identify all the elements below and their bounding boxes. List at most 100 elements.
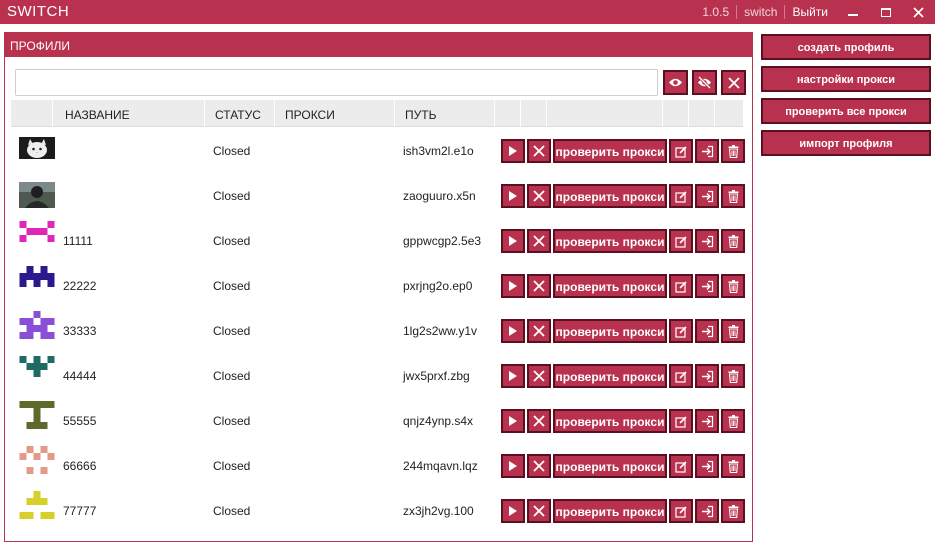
proxy-settings-button[interactable]: настройки прокси	[761, 66, 931, 92]
table-row[interactable]: 66666 Closed 244mqavn.lqz проверить прокси	[11, 444, 745, 489]
close-icon	[533, 280, 545, 292]
edit-profile-button[interactable]	[669, 499, 693, 523]
profile-status: Closed	[213, 414, 251, 428]
delete-profile-button[interactable]	[721, 364, 745, 388]
logout-link[interactable]: Выйти	[792, 5, 828, 19]
hide-button[interactable]	[692, 70, 717, 95]
profile-name: 55555	[63, 414, 97, 428]
table-row[interactable]: 44444 Closed jwx5prxf.zbg проверить прокси	[11, 354, 745, 399]
col-name-header[interactable]: НАЗВАНИЕ	[55, 100, 205, 127]
start-profile-button[interactable]	[501, 184, 525, 208]
edit-icon	[674, 505, 687, 518]
col-status-header[interactable]: СТАТУС	[205, 100, 275, 127]
stop-profile-button[interactable]	[527, 409, 551, 433]
table-header: НАЗВАНИЕ СТАТУС ПРОКСИ ПУТЬ	[11, 100, 744, 127]
delete-profile-button[interactable]	[721, 454, 745, 478]
stop-profile-button[interactable]	[527, 229, 551, 253]
export-profile-button[interactable]	[695, 454, 719, 478]
edit-profile-button[interactable]	[669, 139, 693, 163]
show-button[interactable]	[663, 70, 688, 95]
search-input[interactable]	[15, 69, 658, 96]
trash-icon	[728, 279, 738, 293]
delete-profile-button[interactable]	[721, 139, 745, 163]
minimize-button[interactable]	[836, 0, 869, 24]
edit-profile-button[interactable]	[669, 454, 693, 478]
table-row[interactable]: 22222 Closed pxrjng2o.ep0 проверить прокси	[11, 264, 745, 309]
export-profile-button[interactable]	[695, 184, 719, 208]
stop-profile-button[interactable]	[527, 184, 551, 208]
edit-icon	[674, 415, 687, 428]
trash-icon	[728, 504, 738, 518]
start-profile-button[interactable]	[501, 364, 525, 388]
stop-profile-button[interactable]	[527, 364, 551, 388]
check-proxy-button[interactable]: проверить прокси	[553, 499, 667, 523]
profile-path: ish3vm2l.e1o	[403, 144, 474, 158]
delete-profile-button[interactable]	[721, 409, 745, 433]
delete-profile-button[interactable]	[721, 319, 745, 343]
avatar	[19, 137, 55, 163]
table-row[interactable]: 33333 Closed 1lg2s2ww.y1v проверить прокси	[11, 309, 745, 354]
export-profile-button[interactable]	[695, 274, 719, 298]
stop-profile-button[interactable]	[527, 274, 551, 298]
check-proxy-button[interactable]: проверить прокси	[553, 274, 667, 298]
table-row[interactable]: 55555 Closed qnjz4ynp.s4x проверить прокси	[11, 399, 745, 444]
export-profile-button[interactable]	[695, 139, 719, 163]
edit-profile-button[interactable]	[669, 319, 693, 343]
import-profile-button[interactable]: импорт профиля	[761, 130, 931, 156]
start-profile-button[interactable]	[501, 409, 525, 433]
avatar	[19, 491, 55, 519]
profile-name: 77777	[63, 504, 97, 518]
col-path-header[interactable]: ПУТЬ	[395, 100, 495, 127]
export-profile-button[interactable]	[695, 409, 719, 433]
profile-name: 44444	[63, 369, 97, 383]
check-proxy-button[interactable]: проверить прокси	[553, 454, 667, 478]
edit-profile-button[interactable]	[669, 364, 693, 388]
maximize-button[interactable]	[869, 0, 902, 24]
start-profile-button[interactable]	[501, 229, 525, 253]
delete-profile-button[interactable]	[721, 184, 745, 208]
edit-profile-button[interactable]	[669, 274, 693, 298]
delete-profile-button[interactable]	[721, 274, 745, 298]
start-profile-button[interactable]	[501, 139, 525, 163]
col-proxy-header[interactable]: ПРОКСИ	[275, 100, 395, 127]
export-profile-button[interactable]	[695, 319, 719, 343]
trash-icon	[728, 189, 738, 203]
close-icon	[533, 190, 545, 202]
create-profile-button[interactable]: создать профиль	[761, 34, 931, 60]
check-proxy-button[interactable]: проверить прокси	[553, 229, 667, 253]
edit-profile-button[interactable]	[669, 409, 693, 433]
edit-profile-button[interactable]	[669, 184, 693, 208]
edit-icon	[674, 235, 687, 248]
edit-profile-button[interactable]	[669, 229, 693, 253]
table-row[interactable]: Closed zaoguuro.x5n проверить прокси	[11, 174, 745, 219]
stop-profile-button[interactable]	[527, 499, 551, 523]
avatar	[19, 311, 55, 339]
export-icon	[701, 145, 713, 157]
table-row[interactable]: Closed ish3vm2l.e1o проверить прокси	[11, 129, 745, 174]
start-profile-button[interactable]	[501, 454, 525, 478]
check-proxy-button[interactable]: проверить прокси	[553, 409, 667, 433]
table-row[interactable]: 11111 Closed gppwcgp2.5e3 проверить прокси	[11, 219, 745, 264]
export-profile-button[interactable]	[695, 364, 719, 388]
export-profile-button[interactable]	[695, 229, 719, 253]
table-row[interactable]: 77777 Closed zx3jh2vg.100 проверить прокси	[11, 489, 745, 534]
export-profile-button[interactable]	[695, 499, 719, 523]
trash-icon	[728, 144, 738, 158]
check-proxy-button[interactable]: проверить прокси	[553, 319, 667, 343]
stop-profile-button[interactable]	[527, 454, 551, 478]
check-proxy-button[interactable]: проверить прокси	[553, 139, 667, 163]
check-proxy-button[interactable]: проверить прокси	[553, 364, 667, 388]
export-icon	[701, 370, 713, 382]
check-proxy-button[interactable]: проверить прокси	[553, 184, 667, 208]
start-profile-button[interactable]	[501, 319, 525, 343]
start-profile-button[interactable]	[501, 499, 525, 523]
close-window-button[interactable]	[902, 0, 935, 24]
stop-profile-button[interactable]	[527, 139, 551, 163]
start-profile-button[interactable]	[501, 274, 525, 298]
stop-profile-button[interactable]	[527, 319, 551, 343]
check-all-proxies-button[interactable]: проверить все прокси	[761, 98, 931, 124]
delete-profile-button[interactable]	[721, 229, 745, 253]
delete-profile-button[interactable]	[721, 499, 745, 523]
profile-name: 33333	[63, 324, 97, 338]
clear-search-button[interactable]	[721, 70, 746, 95]
